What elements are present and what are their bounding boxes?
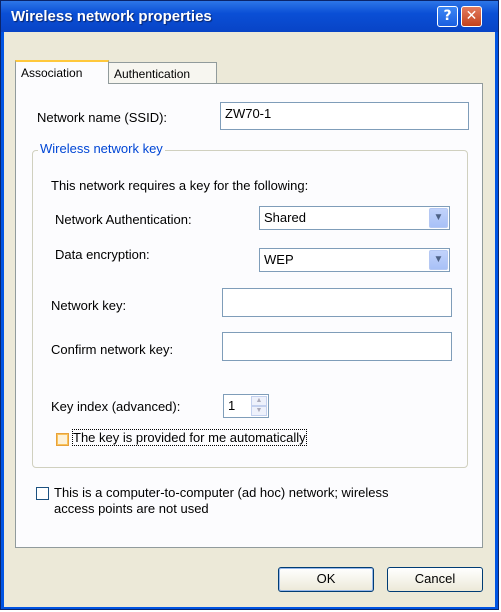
network-key-input[interactable] (222, 288, 452, 317)
network-auth-value: Shared (264, 210, 306, 225)
chevron-down-icon[interactable]: ▼ (429, 208, 448, 228)
key-index-label: Key index (advanced): (51, 399, 181, 414)
cancel-button[interactable]: Cancel (387, 567, 483, 592)
tab-association-label: Association (21, 66, 83, 80)
ok-button[interactable]: OK (278, 567, 374, 592)
chevron-down-icon[interactable]: ▼ (429, 250, 448, 270)
title-bar[interactable]: Wireless network properties ? ✕ (1, 1, 498, 32)
adhoc-checkbox[interactable] (36, 487, 49, 500)
wireless-key-group-title: Wireless network key (38, 141, 165, 156)
confirm-key-label: Confirm network key: (51, 342, 174, 357)
auto-key-label[interactable]: The key is provided for me automatically (72, 429, 307, 446)
spin-down-icon[interactable]: ▼ (251, 406, 267, 416)
dialog-client: Association Authentication Network name … (4, 32, 495, 607)
adhoc-label-line1[interactable]: This is a computer-to-computer (ad hoc) … (54, 485, 389, 500)
confirm-key-input[interactable] (222, 332, 452, 361)
network-auth-label: Network Authentication: (55, 212, 192, 227)
network-auth-select[interactable]: Shared ▼ (259, 206, 450, 230)
ssid-input[interactable]: ZW70-1 (220, 102, 469, 130)
window-title: Wireless network properties (11, 8, 212, 25)
network-key-label: Network key: (51, 298, 127, 313)
data-encryption-value: WEP (264, 252, 294, 267)
dialog-window: Wireless network properties ? ✕ Associat… (0, 0, 499, 610)
ssid-label: Network name (SSID): (37, 110, 168, 125)
close-icon[interactable]: ✕ (461, 6, 482, 27)
key-index-value: 1 (228, 398, 236, 413)
spin-up-icon[interactable]: ▲ (251, 396, 267, 406)
help-icon[interactable]: ? (437, 6, 458, 27)
key-index-spinner[interactable]: 1 ▲ ▼ (223, 394, 269, 418)
adhoc-label-line2[interactable]: access points are not used (54, 501, 209, 516)
requires-key-text: This network requires a key for the foll… (51, 178, 309, 193)
tab-authentication-label: Authentication (114, 67, 191, 81)
data-encryption-select[interactable]: WEP ▼ (259, 248, 450, 272)
tab-association[interactable]: Association (15, 60, 109, 84)
data-encryption-label: Data encryption: (55, 247, 150, 262)
tab-authentication[interactable]: Authentication (108, 62, 217, 84)
auto-key-checkbox[interactable] (56, 433, 69, 446)
